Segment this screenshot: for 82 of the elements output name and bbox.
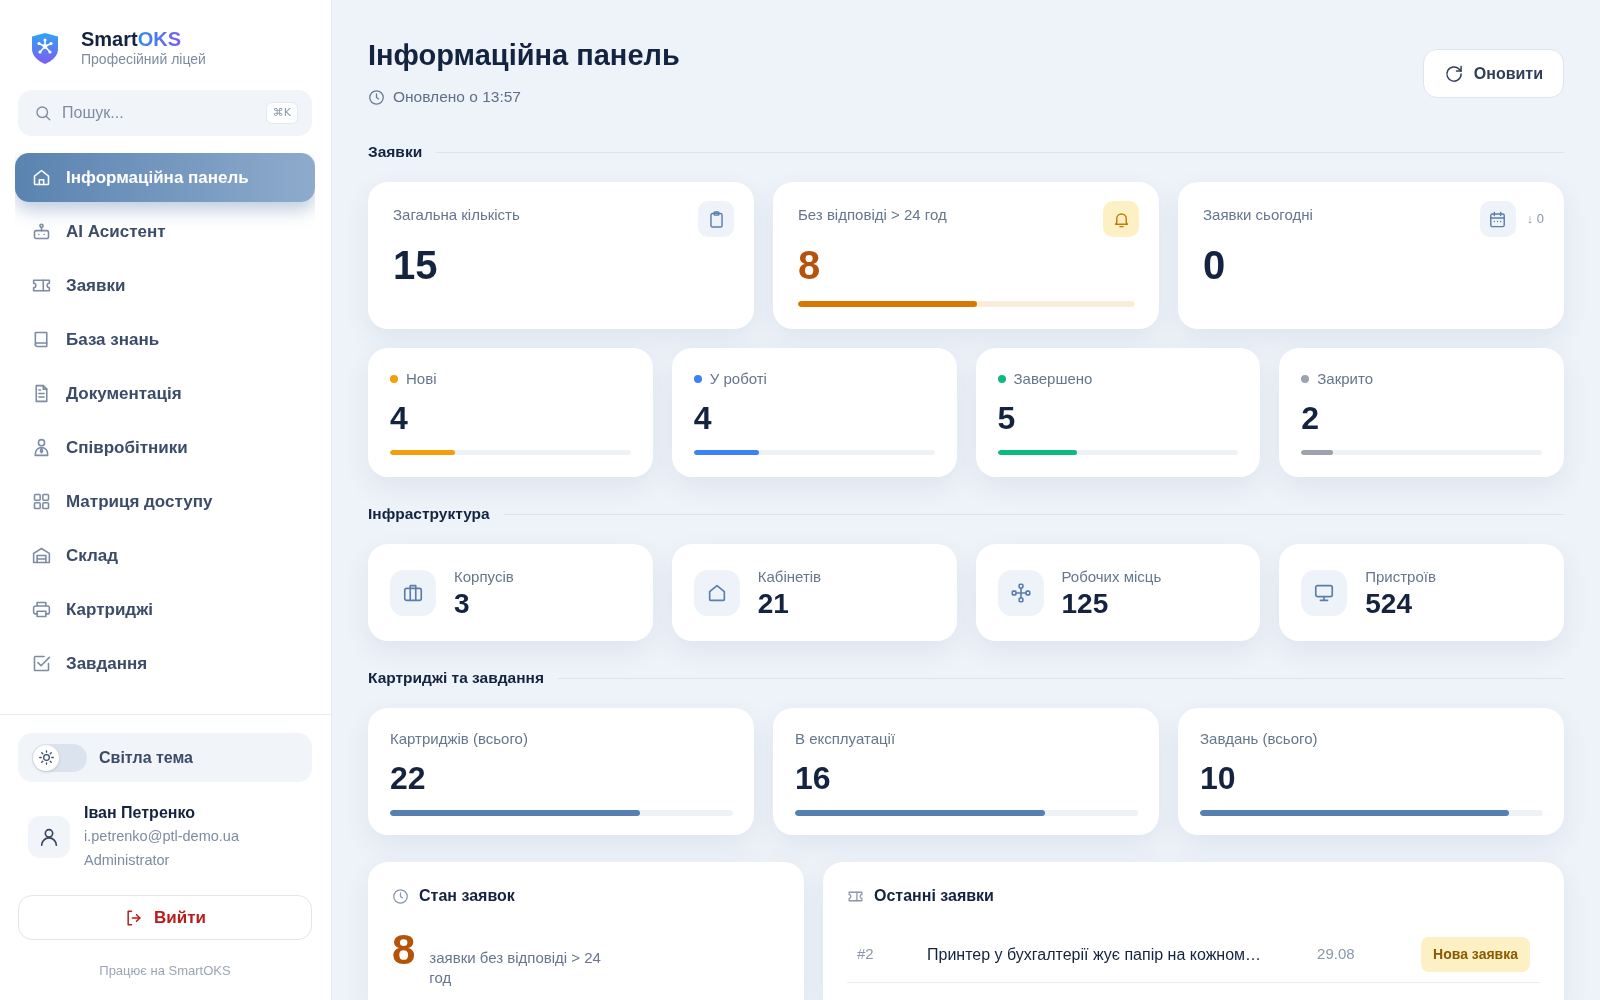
stat-value: 21: [757, 589, 790, 618]
updated-time: Оновлено о 13:57: [393, 87, 521, 107]
theme-label: Світла тема: [99, 747, 193, 768]
keyboard-shortcut: ⌘K: [265, 102, 298, 124]
nav-item[interactable]: База знань: [15, 315, 315, 364]
stat-value: 0: [1203, 245, 1227, 285]
section-title: Картриджі та завдання: [368, 668, 544, 689]
stat-label: Заявки сьогодні: [1203, 206, 1313, 224]
stat-value: 5: [997, 402, 1017, 434]
stat-label: Робочих місць: [1061, 567, 1162, 586]
stat-label: Завершено: [1013, 370, 1093, 388]
nav-item[interactable]: Заявки: [15, 261, 315, 310]
section-title: Заявки: [368, 142, 423, 163]
trend-indicator: ↓ 0: [1526, 210, 1544, 229]
clipboard-icon: [698, 201, 734, 237]
stat-label: Закрито: [1317, 370, 1373, 388]
clock-icon: [368, 88, 385, 106]
stat-value: 125: [1061, 589, 1110, 618]
refresh-icon: [1443, 63, 1464, 84]
user-role: Administrator: [84, 851, 171, 870]
house-icon: [693, 569, 740, 616]
nav-item[interactable]: Склад: [15, 531, 315, 580]
nav-item[interactable]: Співробітники: [15, 423, 315, 472]
panel-title: Останні заявки: [874, 886, 994, 906]
stat-label: Картриджів (всього): [390, 730, 529, 748]
ticket-number: #2: [857, 944, 874, 965]
footer-text: Працює на SmartOKS: [98, 962, 232, 980]
stat-value: 15: [393, 245, 439, 285]
status-badge: Нова заявка: [1421, 937, 1530, 972]
stat-value: 8: [798, 245, 822, 285]
panel-title: Стан заявок: [419, 886, 515, 906]
user-email: i.petrenko@ptl-demo.ua: [84, 827, 239, 846]
stat-label: Пристроїв: [1365, 567, 1436, 586]
checkbox-icon: [31, 653, 52, 674]
bell-icon: [1103, 201, 1139, 237]
section-title: Інфраструктура: [368, 504, 490, 525]
network-icon: [997, 569, 1044, 616]
sun-icon: [33, 744, 59, 771]
stat-label: Загальна кількість: [393, 206, 520, 224]
monitor-icon: [1301, 569, 1348, 616]
brand-subtitle: Професійний ліцей: [81, 50, 206, 68]
user-name: Іван Петренко: [84, 803, 196, 823]
stat-value: 3: [454, 589, 471, 618]
stat-label: Корпусів: [454, 567, 514, 586]
clock-icon: [392, 887, 409, 905]
stat-label: Завдань (всього): [1200, 730, 1319, 748]
refresh-button[interactable]: Оновити: [1422, 49, 1564, 98]
briefcase-icon: [390, 569, 436, 616]
brand-name: SmartOKS: [81, 28, 183, 50]
home-icon: [31, 167, 52, 188]
page-title: Інформаційна панель: [368, 38, 680, 73]
nav-item[interactable]: AI Асистент: [15, 207, 315, 256]
stat-label: У роботі: [709, 370, 767, 388]
nav-item[interactable]: Картриджі: [15, 585, 315, 634]
printer-icon: [31, 599, 52, 620]
search-icon: [34, 104, 52, 122]
stat-value: 524: [1365, 589, 1413, 618]
nav-item[interactable]: Матриця доступу: [15, 477, 315, 526]
nav-item[interactable]: Документація: [15, 369, 315, 418]
ticket-date: 29.08: [1317, 944, 1355, 965]
robot-icon: [31, 221, 52, 242]
toggle-switch[interactable]: [32, 743, 87, 772]
stat-label: В експлуатації: [795, 730, 897, 748]
stat-value: 4: [693, 402, 713, 434]
logout-button[interactable]: Вийти: [18, 895, 312, 940]
stat-label: Нові: [406, 370, 437, 388]
ticket-title: Принтер у бухгалтерії жує папір на кожном…: [927, 944, 1262, 965]
calendar-icon: [1479, 201, 1516, 237]
nav-item[interactable]: Завдання: [15, 639, 315, 688]
stat-value: 16: [795, 762, 832, 794]
shield-logo-icon: [31, 32, 59, 64]
stat-label: Без відповіді > 24 год: [798, 206, 947, 224]
stat-value: 2: [1301, 402, 1321, 434]
person-icon: [28, 816, 70, 858]
stat-value: 22: [390, 762, 427, 794]
stat-value: 4: [390, 402, 409, 434]
stat-caption: заявки без відповіді > 24 год: [429, 948, 602, 988]
stat-label: Кабінетів: [757, 567, 822, 586]
grid-icon: [31, 491, 52, 512]
stat-value: 10: [1200, 762, 1237, 794]
warehouse-icon: [31, 545, 52, 566]
stat-value: 8: [392, 929, 416, 971]
